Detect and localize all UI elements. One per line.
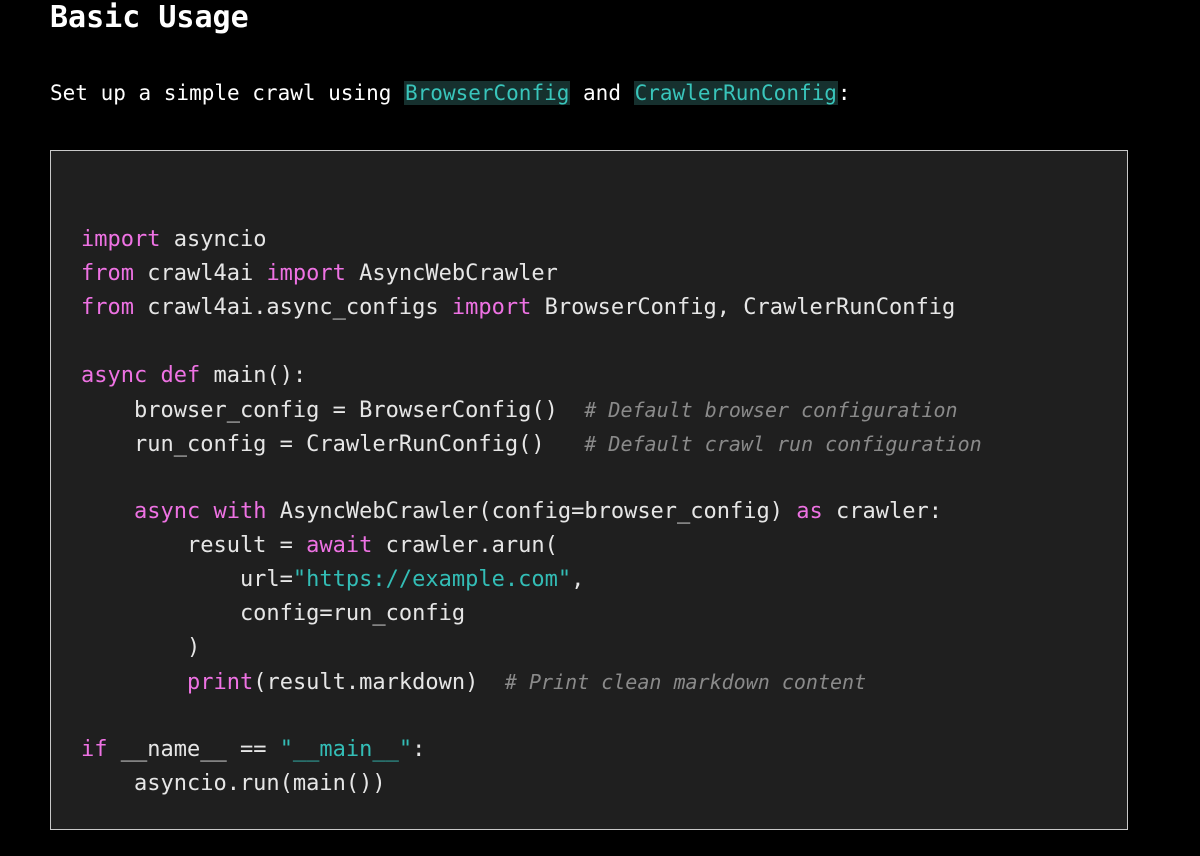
code-string: "https://example.com" [292,567,572,592]
code-text: crawler.arun( [372,533,558,558]
code-line: if __name__ == "__main__": [81,733,982,767]
code-text: : [412,737,426,762]
code-text: __name__ == [107,737,280,762]
code-text: BrowserConfig, CrawlerRunConfig [531,295,956,320]
code-text: crawl4ai [133,261,267,286]
code-text: AsyncWebCrawler [345,261,558,286]
code-block[interactable]: import asyncio from crawl4ai import Async… [50,150,1128,830]
intro-paragraph: Set up a simple crawl using BrowserConfi… [50,78,851,108]
code-text: config=run_config [81,601,466,626]
code-comment: # Default browser configuration [584,398,958,422]
code-line: asyncio.run(main()) [81,767,982,801]
code-line: print(result.markdown) # Print clean mar… [81,665,982,699]
code-text: main(): [200,363,307,388]
code-keyword: import [266,261,346,286]
code-line: from crawl4ai import AsyncWebCrawler [81,257,982,291]
code-keyword: from [81,295,134,320]
code-line: async def main(): [81,359,982,393]
code-text: browser_config = BrowserConfig() [81,398,585,423]
code-text: (result.markdown) [253,670,505,695]
code-keyword: import [451,295,532,320]
code-line: from crawl4ai.async_configs import Brows… [81,291,982,325]
code-text: run_config = CrawlerRunConfig() [81,432,585,457]
code-keyword: from [81,261,134,286]
intro-text-middle: and [570,81,634,105]
code-keyword: async [81,363,148,388]
code-comment: # Default crawl run configuration [584,432,982,456]
code-text: url= [81,567,293,592]
code-line: browser_config = BrowserConfig() # Defau… [81,393,982,427]
code-text: AsyncWebCrawler(config=browser_config) [266,499,797,524]
code-text: , [571,567,585,592]
code-line: run_config = CrawlerRunConfig() # Defaul… [81,427,982,461]
inline-code-crawlerrunconfig: CrawlerRunConfig [633,81,838,105]
code-text: asyncio [160,227,267,252]
code-text: ) [81,635,201,660]
code-keyword: import [81,227,161,252]
code-keyword: as [796,499,823,524]
code-line: config=run_config [81,597,982,631]
section-heading: Basic Usage [50,0,249,35]
code-comment: # Print clean markdown content [504,670,867,694]
code-line: url="https://example.com", [81,563,982,597]
code-line: async with AsyncWebCrawler(config=browse… [81,495,982,529]
intro-text-before: Set up a simple crawl using [50,81,405,105]
code-keyword: await [306,533,373,558]
code-text: crawler: [822,499,942,524]
code-lines: import asyncio from crawl4ai import Async… [81,223,982,801]
code-text: asyncio.run(main()) [81,771,386,796]
code-text: crawl4ai.async_configs [133,295,452,320]
code-keyword: async [133,499,201,524]
code-line: result = await crawler.arun( [81,529,982,563]
code-keyword: if [81,737,108,762]
code-line: ) [81,631,982,665]
code-keyword: print [186,670,254,695]
code-keyword: with [213,499,267,524]
inline-code-browserconfig: BrowserConfig [404,81,571,105]
code-text: result = [81,533,307,558]
code-string: "__main__" [279,737,413,762]
code-keyword: def [160,363,201,388]
code-line: import asyncio [81,223,982,257]
intro-text-after: : [837,81,851,105]
